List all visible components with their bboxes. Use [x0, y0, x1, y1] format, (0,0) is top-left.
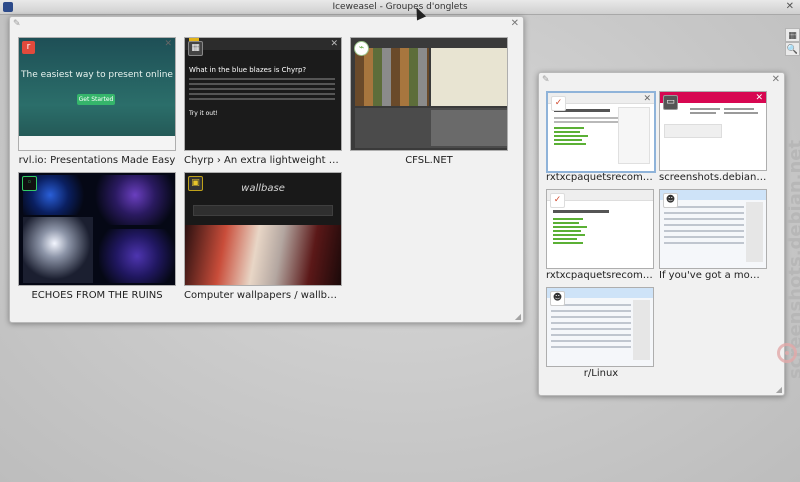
wallbase-favicon-icon: ▣ [188, 176, 203, 191]
thumb-heading: The easiest way to present online [21, 70, 173, 80]
tab-title: rxtxcpaquetsrecomma... [546, 172, 656, 183]
group-close-icon[interactable]: ✕ [511, 18, 519, 29]
tab-thumbnail[interactable]: ✓ [546, 189, 654, 269]
tab-title: ECHOES FROM THE RUINS [31, 290, 163, 301]
tab-thumbnail[interactable]: ☻ [546, 287, 654, 367]
tab-r-linux[interactable]: ☻ r/Linux [546, 287, 656, 382]
rvl-favicon-icon: r [22, 41, 35, 54]
tab-close-icon[interactable]: ✕ [643, 94, 651, 104]
tab-close-icon[interactable]: ✕ [330, 39, 338, 49]
tab-title: Chyrp › An extra lightweight and e... [184, 155, 342, 166]
window-titlebar: Iceweasel - Groupes d'onglets ✕ [0, 0, 800, 15]
group-close-icon[interactable]: ✕ [772, 74, 780, 85]
tab-thumbnail[interactable]: ☻ [659, 189, 767, 269]
tab-title: screenshots.debian.net [659, 172, 769, 183]
tab-thumbnail[interactable]: ✓ ✕ [546, 91, 656, 173]
tab-thumbnail[interactable]: ▭ ✕ [659, 91, 767, 171]
tab-thumbnail[interactable]: ◦ [18, 172, 176, 286]
tab-title: r/Linux [583, 368, 619, 379]
tab-group-left[interactable]: ✎ ✕ The easiest way to present online Ge… [9, 16, 524, 323]
tab-thumbnail[interactable]: wallbase ▣ [184, 172, 342, 286]
tab-close-icon[interactable]: ✕ [164, 39, 172, 49]
tab-screenshots-debian[interactable]: ▭ ✕ screenshots.debian.net [659, 91, 769, 186]
watermark-logo-icon [777, 343, 797, 363]
tab-rvl[interactable]: The easiest way to present online Get St… [18, 37, 176, 172]
tab-groups-icon[interactable]: ▦ [785, 28, 800, 42]
reddit-favicon-icon: ☻ [550, 291, 565, 306]
echoes-favicon-icon: ◦ [22, 176, 37, 191]
tab-title: Computer wallpapers / wallbase.cc [184, 290, 342, 301]
group-title-edit-icon[interactable]: ✎ [13, 19, 21, 29]
group-title-edit-icon[interactable]: ✎ [542, 75, 550, 85]
tab-wallbase[interactable]: wallbase ▣ Computer wallpapers / wallbas… [184, 172, 342, 307]
rxtx-favicon-icon: ✓ [551, 96, 566, 111]
tab-close-icon[interactable]: ✕ [755, 93, 763, 103]
tab-thumbnail[interactable]: ⌁ [350, 37, 508, 151]
thumb-get-started-button: Get Started [77, 94, 115, 105]
chyrp-favicon-icon: ▦ [188, 41, 203, 56]
tab-chyrp[interactable]: What in the blue blazes is Chyrp? Try it… [184, 37, 342, 172]
group-resize-handle[interactable]: ◢ [515, 312, 521, 321]
search-icon[interactable]: 🔍 [785, 42, 800, 56]
group-resize-handle[interactable]: ◢ [776, 385, 782, 394]
tab-reddit-moment[interactable]: ☻ If you've got a momen... [659, 189, 769, 284]
iceweasel-app-icon[interactable] [3, 2, 13, 12]
tab-title: rvl.io: Presentations Made Easy [18, 155, 176, 166]
debian-favicon-icon: ▭ [663, 95, 678, 110]
thumb-logo: wallbase [241, 183, 285, 194]
tab-thumbnail[interactable]: The easiest way to present online Get St… [18, 37, 176, 151]
window-close-icon[interactable]: ✕ [786, 0, 794, 14]
thumb-try-button: Try it out! [189, 110, 218, 117]
tab-thumbnail[interactable]: What in the blue blazes is Chyrp? Try it… [184, 37, 342, 151]
tab-title: CFSL.NET [405, 155, 453, 166]
tab-echoes[interactable]: ◦ ECHOES FROM THE RUINS [18, 172, 176, 307]
tab-title: If you've got a momen... [659, 270, 769, 281]
tab-group-right[interactable]: ✎ ✕ ✓ ✕ rxtxcpaquetsrecomma... ▭ ✕ scree… [538, 72, 785, 396]
tab-title: rxtxcpaquetsrecomma... [546, 270, 656, 281]
reddit-favicon-icon: ☻ [663, 193, 678, 208]
window-title: Iceweasel - Groupes d'onglets [332, 2, 468, 12]
tab-cfsl[interactable]: ⌁ CFSL.NET [350, 37, 508, 172]
thumb-heading: What in the blue blazes is Chyrp? [189, 66, 307, 74]
rxtx-favicon-icon: ✓ [550, 193, 565, 208]
tab-rxtx-2[interactable]: ✓ rxtxcpaquetsrecomma... [546, 189, 656, 284]
cfsl-favicon-icon: ⌁ [354, 41, 369, 56]
tab-rxtx-1[interactable]: ✓ ✕ rxtxcpaquetsrecomma... [546, 91, 656, 186]
